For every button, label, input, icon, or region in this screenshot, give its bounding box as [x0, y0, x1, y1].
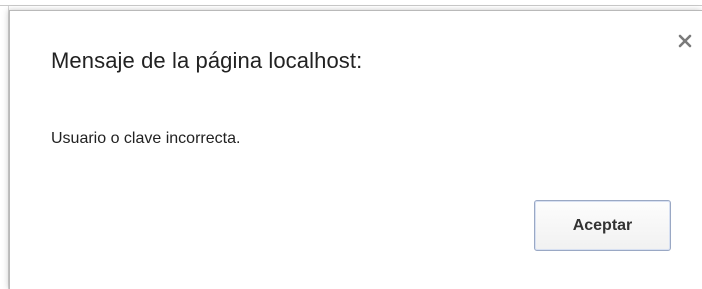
- backdrop-divider: [0, 5, 702, 6]
- accept-button[interactable]: Aceptar: [534, 200, 671, 251]
- dialog-message: Usuario o clave incorrecta.: [51, 130, 241, 147]
- dialog-title: Mensaje de la página localhost:: [51, 48, 363, 73]
- close-icon[interactable]: [675, 31, 695, 51]
- alert-dialog: Mensaje de la página localhost: Usuario …: [9, 10, 702, 289]
